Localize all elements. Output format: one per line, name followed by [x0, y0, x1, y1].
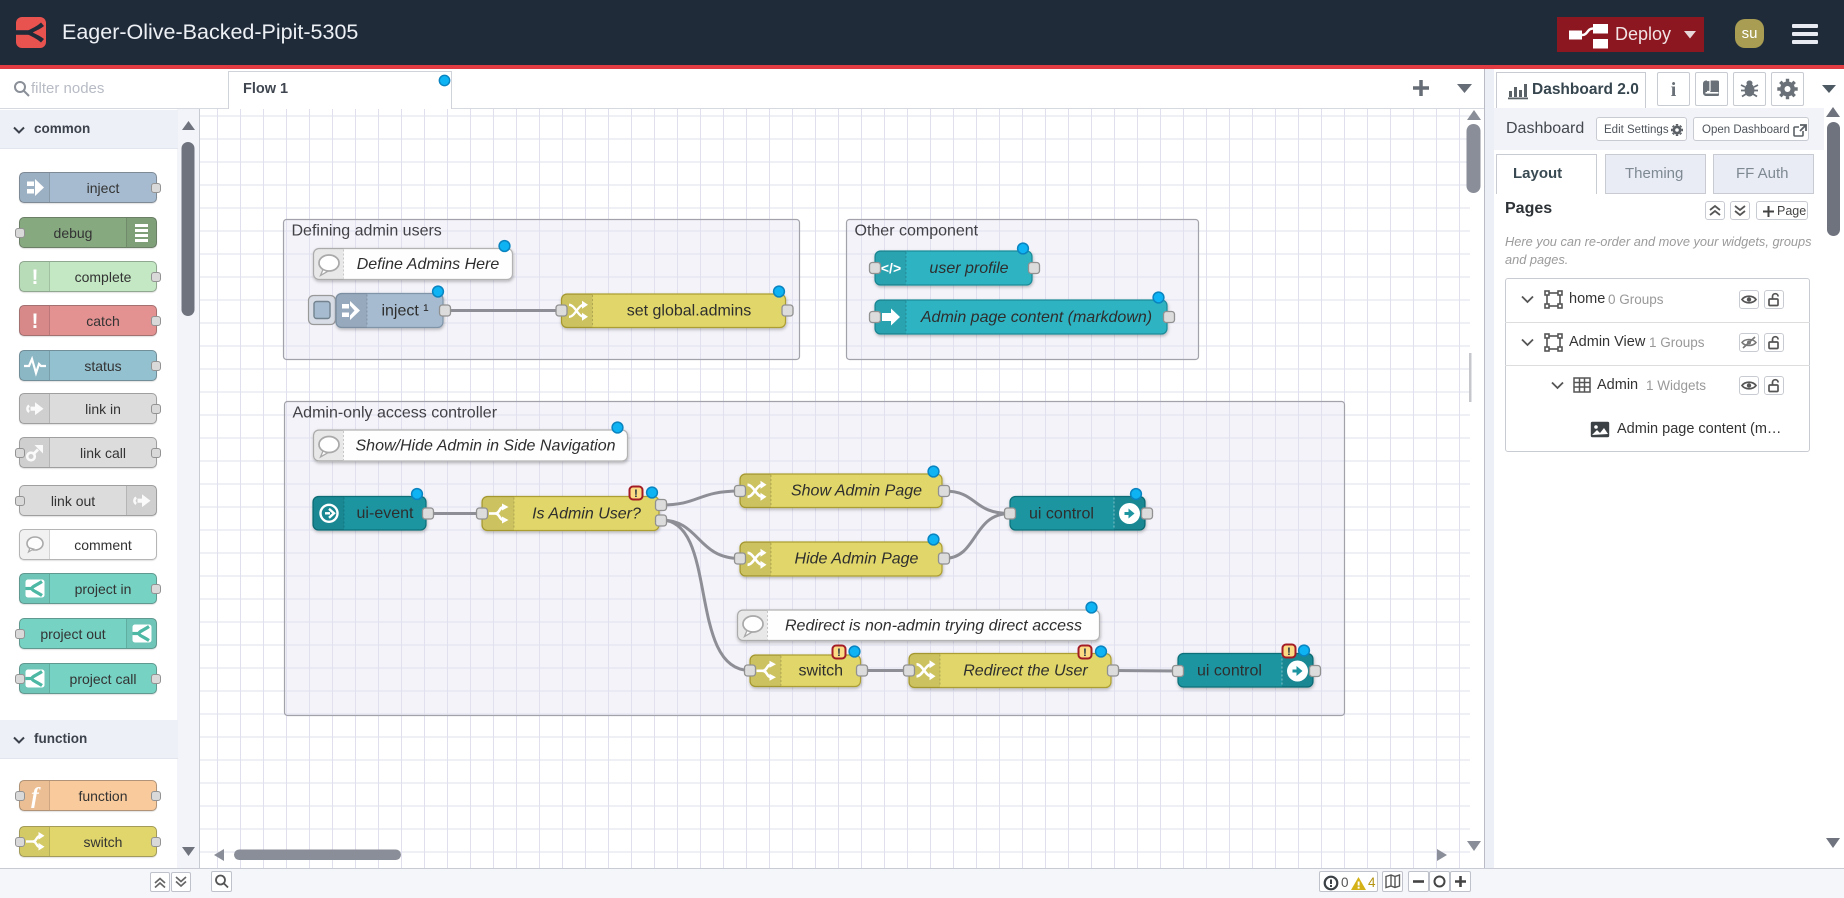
svg-text:Admin page content (markdown): Admin page content (markdown): [920, 309, 1152, 326]
svg-text:!: !: [837, 647, 841, 659]
svg-text:Defining admin users: Defining admin users: [292, 223, 442, 240]
svg-text:Show/Hide Admin in Side Naviga: Show/Hide Admin in Side Navigation: [356, 438, 616, 455]
svg-text:ui control: ui control: [1029, 506, 1094, 523]
svg-text:Admin-only access controller: Admin-only access controller: [293, 405, 498, 422]
svg-text:Is Admin User?: Is Admin User?: [532, 506, 641, 523]
svg-text:Redirect is non-admin trying d: Redirect is non-admin trying direct acce…: [785, 618, 1082, 635]
svg-text:inject ¹: inject ¹: [381, 303, 428, 320]
svg-text:user profile: user profile: [929, 260, 1008, 277]
svg-text:Other component: Other component: [855, 223, 979, 240]
svg-text:i: i: [1671, 79, 1677, 101]
svg-text:Hide Admin Page: Hide Admin Page: [795, 551, 919, 568]
svg-text:!: !: [1287, 646, 1291, 658]
svg-text:!: !: [1083, 647, 1087, 659]
svg-text:</>: </>: [881, 260, 901, 276]
svg-text:ui-event: ui-event: [357, 505, 414, 522]
svg-text:ui control: ui control: [1197, 663, 1262, 680]
svg-text:Redirect the User: Redirect the User: [963, 663, 1088, 680]
svg-text:!: !: [634, 488, 638, 500]
svg-text:set global.admins: set global.admins: [627, 303, 752, 320]
svg-text:Define Admins Here: Define Admins Here: [357, 256, 500, 273]
svg-text:Show Admin Page: Show Admin Page: [791, 483, 922, 500]
svg-text:switch: switch: [799, 663, 843, 680]
